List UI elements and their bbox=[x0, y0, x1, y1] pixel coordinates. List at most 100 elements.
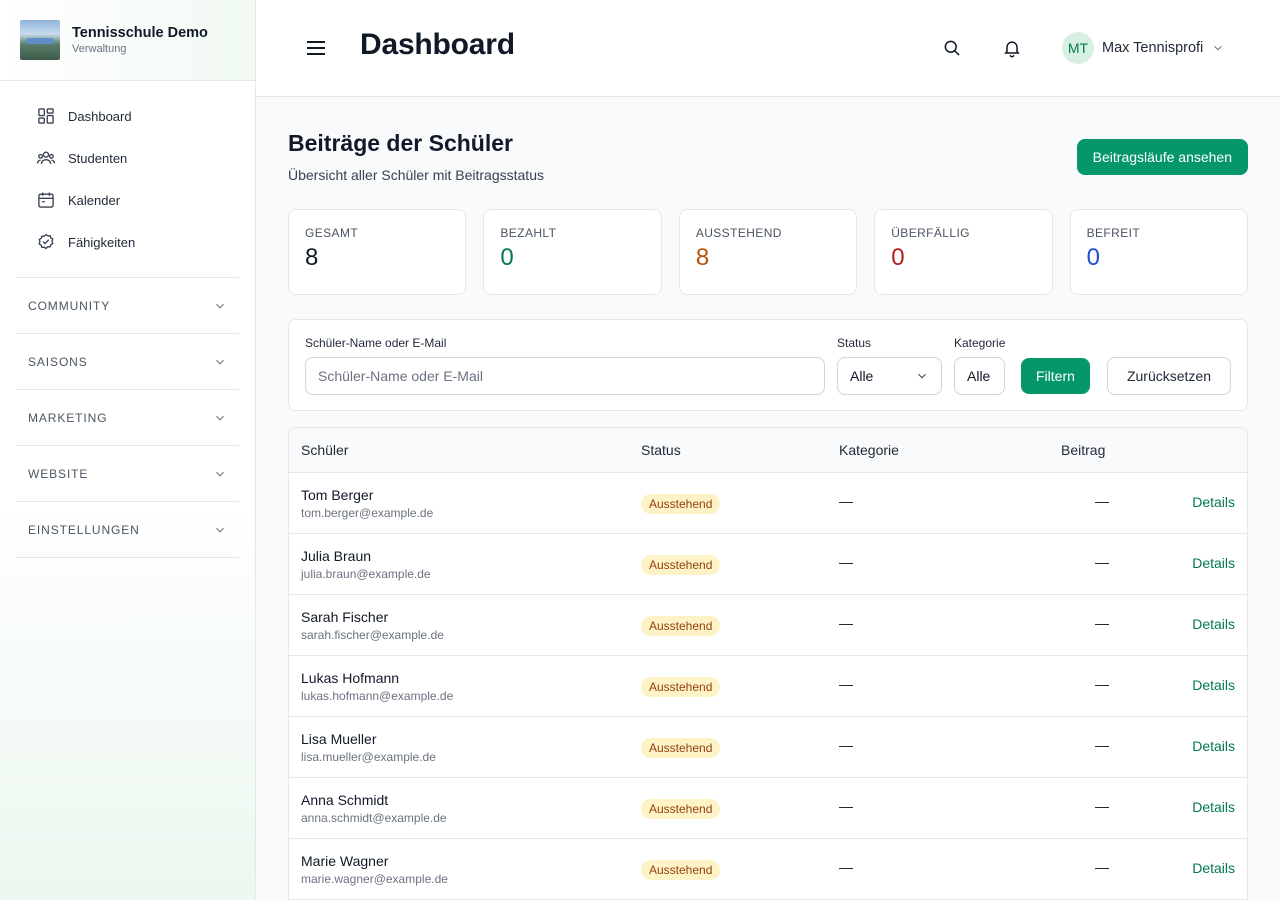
student-name: Marie Wagner bbox=[301, 853, 389, 869]
section-label: COMMUNITY bbox=[28, 298, 111, 313]
student-email: julia.braun@example.de bbox=[301, 567, 431, 581]
filter-panel: Schüler-Name oder E-Mail Status Alle Kat… bbox=[288, 319, 1248, 411]
search-input[interactable] bbox=[305, 357, 825, 395]
table-row: Tom Berger tom.berger@example.de Aussteh… bbox=[289, 473, 1247, 534]
search-icon bbox=[944, 40, 960, 56]
user-name: Max Tennisprofi bbox=[1102, 40, 1204, 56]
sidebar-item-label: Kalender bbox=[68, 192, 121, 208]
avatar: MT bbox=[1062, 32, 1094, 64]
student-name: Anna Schmidt bbox=[301, 792, 389, 808]
details-link[interactable]: Details bbox=[1192, 677, 1235, 693]
category-cell: — bbox=[839, 554, 853, 570]
sidebar-section-einstellungen[interactable]: EINSTELLUNGEN bbox=[16, 502, 239, 558]
stat-card-gesamt: GESAMT 8 bbox=[288, 209, 467, 295]
sidebar-item-studenten[interactable]: Studenten bbox=[16, 137, 239, 179]
brand-title: Tennisschule Demo bbox=[72, 25, 208, 41]
stat-label: BEFREIT bbox=[1086, 226, 1141, 240]
stat-card-bezahlt: BEZAHLT 0 bbox=[483, 209, 662, 295]
view-fee-runs-button[interactable]: Beitragsläufe ansehen bbox=[1076, 139, 1248, 175]
stat-label: BEZAHLT bbox=[500, 226, 557, 240]
details-link[interactable]: Details bbox=[1192, 494, 1235, 510]
table-row: Anna Schmidt anna.schmidt@example.de Aus… bbox=[289, 778, 1247, 839]
student-name: Julia Braun bbox=[301, 548, 372, 564]
sidebar-item-faehigkeiten[interactable]: Fähigkeiten bbox=[16, 221, 239, 263]
status-badge: Ausstehend bbox=[641, 616, 721, 636]
section-label: EINSTELLUNGEN bbox=[28, 522, 140, 537]
status-badge: Ausstehend bbox=[641, 494, 721, 514]
stat-value: 8 bbox=[695, 244, 710, 271]
chevron-down-icon bbox=[216, 359, 224, 364]
stat-value: 0 bbox=[891, 244, 905, 271]
menu-toggle-button[interactable] bbox=[304, 36, 328, 60]
stat-label: ÜBERFÄLLIG bbox=[891, 226, 970, 240]
brand[interactable]: Tennisschule Demo Verwaltung bbox=[0, 0, 255, 81]
fee-cell: — bbox=[1095, 676, 1109, 692]
check-circle-icon bbox=[38, 233, 54, 250]
details-link[interactable]: Details bbox=[1192, 799, 1235, 815]
hamburger-menu-icon bbox=[307, 41, 325, 55]
section-label: MARKETING bbox=[28, 410, 108, 425]
search-button[interactable] bbox=[942, 38, 962, 58]
filter-button[interactable]: Filtern bbox=[1021, 358, 1090, 394]
stat-label: GESAMT bbox=[305, 226, 359, 240]
student-email: tom.berger@example.de bbox=[301, 506, 434, 520]
chevron-down-icon bbox=[216, 303, 224, 308]
stat-card-befreit: BEFREIT 0 bbox=[1069, 209, 1249, 295]
section-label: WEBSITE bbox=[28, 466, 89, 481]
category-cell: — bbox=[839, 798, 853, 814]
section-subtitle: Übersicht aller Schüler mit Beitragsstat… bbox=[288, 167, 544, 183]
notifications-button[interactable] bbox=[1002, 38, 1022, 58]
chevron-down-icon bbox=[216, 415, 224, 420]
user-menu[interactable]: MT Max Tennisprofi bbox=[1062, 32, 1225, 64]
category-cell: — bbox=[839, 737, 853, 753]
sidebar-item-label: Studenten bbox=[68, 150, 128, 166]
student-name: Lisa Mueller bbox=[301, 731, 377, 747]
category-label: Kategorie bbox=[954, 336, 1006, 350]
column-header-category: Kategorie bbox=[839, 442, 899, 458]
column-header-fee: Beitrag bbox=[1061, 442, 1106, 458]
table-row: Julia Braun julia.braun@example.de Ausst… bbox=[289, 534, 1247, 595]
sidebar: Tennisschule Demo Verwaltung Dashboard S… bbox=[0, 0, 256, 900]
stats-cards: GESAMT 8 BEZAHLT 0 AUSSTEHEND 8 ÜBERFÄLL… bbox=[288, 209, 1249, 295]
chevron-down-icon bbox=[918, 373, 926, 379]
sidebar-item-dashboard[interactable]: Dashboard bbox=[16, 95, 239, 137]
sidebar-section-saisons[interactable]: SAISONS bbox=[16, 334, 239, 390]
sidebar-section-community[interactable]: COMMUNITY bbox=[16, 278, 239, 334]
section-title: Beiträge der Schüler bbox=[288, 130, 513, 156]
table-row: Sarah Fischer sarah.fischer@example.de A… bbox=[289, 595, 1247, 656]
status-select[interactable]: Alle bbox=[837, 357, 942, 395]
category-select[interactable]: Alle bbox=[954, 357, 1005, 395]
details-link[interactable]: Details bbox=[1192, 738, 1235, 754]
top-header: Dashboard MT Max Tennisprofi bbox=[256, 0, 1280, 97]
reset-button[interactable]: Zurücksetzen bbox=[1107, 357, 1231, 395]
details-link[interactable]: Details bbox=[1192, 555, 1235, 571]
details-link[interactable]: Details bbox=[1192, 616, 1235, 632]
sidebar-section-website[interactable]: WEBSITE bbox=[16, 446, 239, 502]
fee-cell: — bbox=[1095, 615, 1109, 631]
chevron-down-icon bbox=[1214, 45, 1223, 51]
table-row: Lukas Hofmann lukas.hofmann@example.de A… bbox=[289, 656, 1247, 717]
column-header-student: Schüler bbox=[301, 442, 349, 458]
sidebar-item-label: Fähigkeiten bbox=[68, 234, 136, 250]
section-label: SAISONS bbox=[28, 354, 88, 369]
status-select-value: Alle bbox=[850, 368, 874, 384]
page-title: Dashboard bbox=[360, 28, 515, 61]
student-email: marie.wagner@example.de bbox=[301, 872, 448, 886]
category-select-value: Alle bbox=[967, 368, 991, 384]
fee-cell: — bbox=[1095, 737, 1109, 753]
sidebar-nav: Dashboard Studenten Kalender Fähigkeiten… bbox=[0, 81, 255, 558]
table-row: Lisa Mueller lisa.mueller@example.de Aus… bbox=[289, 717, 1247, 778]
student-email: sarah.fischer@example.de bbox=[301, 628, 444, 642]
category-cell: — bbox=[839, 493, 853, 509]
sidebar-section-marketing[interactable]: MARKETING bbox=[16, 390, 239, 446]
category-cell: — bbox=[839, 859, 853, 875]
details-link[interactable]: Details bbox=[1192, 860, 1235, 876]
table-header: Schüler Status Kategorie Beitrag bbox=[289, 428, 1247, 473]
student-email: anna.schmidt@example.de bbox=[301, 811, 447, 825]
stat-card-ausstehend: AUSSTEHEND 8 bbox=[678, 209, 858, 295]
stat-value: 0 bbox=[1086, 244, 1100, 271]
stat-value: 0 bbox=[500, 244, 514, 271]
student-email: lukas.hofmann@example.de bbox=[301, 689, 454, 703]
sidebar-item-kalender[interactable]: Kalender bbox=[16, 179, 239, 221]
users-icon bbox=[36, 151, 56, 164]
